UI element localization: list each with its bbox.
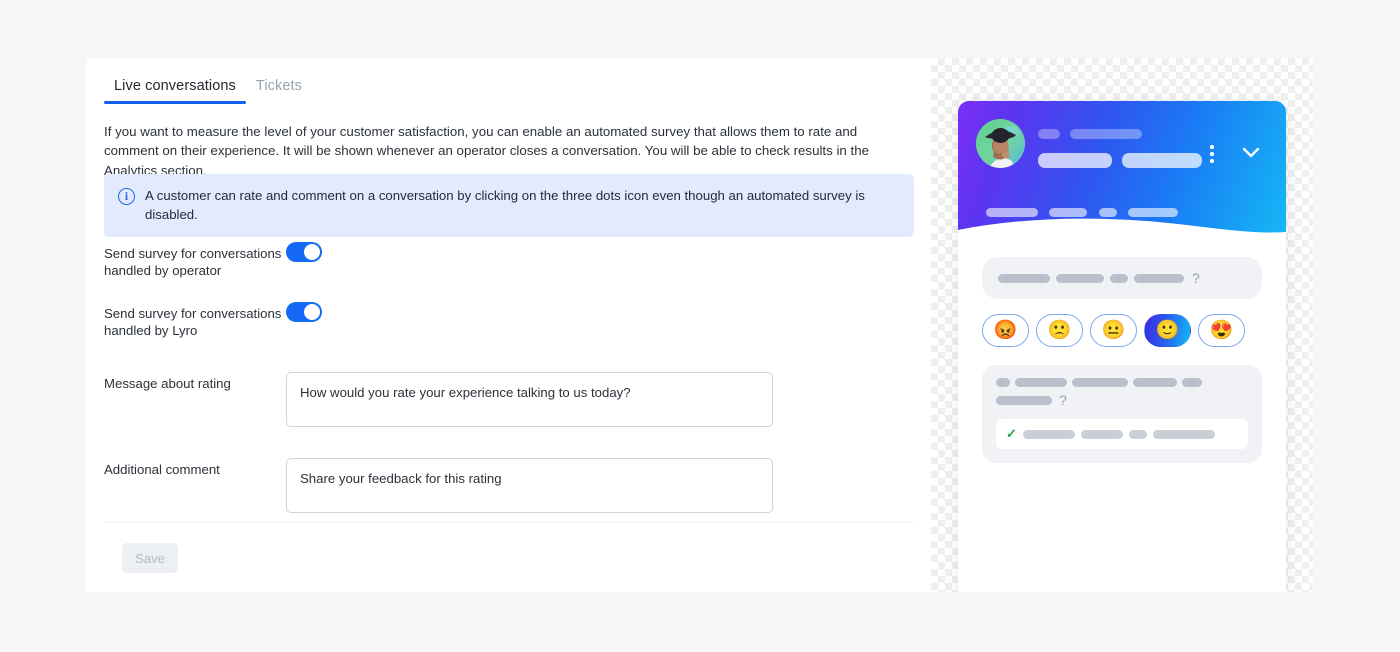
chat-widget-preview: ? 😡 🙁 😐 🙂 😍 ? ✓ [958,101,1286,592]
lyro-survey-toggle[interactable] [286,301,322,322]
placeholder-bar [1022,429,1075,439]
tab-live-conversations[interactable]: Live conversations [104,72,246,104]
emoji-slightly-smiling-face[interactable]: 🙂 [1144,314,1191,347]
placeholder-bar [1152,429,1215,439]
placeholder-bar [996,378,1010,387]
widget-header [958,101,1286,239]
placeholder-bar [1070,128,1143,139]
placeholder-bar [1038,128,1060,139]
header-placeholder-bars [1038,125,1208,170]
operator-survey-label: Send survey for conversations handled by… [104,246,282,279]
message-about-rating-label: Message about rating [104,375,231,391]
intro-description: If you want to measure the level of your… [104,124,869,178]
placeholder-bar [1038,153,1112,169]
form-divider [104,522,914,523]
toggle-knob [304,303,320,320]
operator-survey-toggle[interactable] [286,242,322,262]
toggle-knob [304,244,320,260]
agent-avatar [976,119,1025,168]
operator-survey-control [286,242,914,267]
placeholder-bar [1015,378,1067,387]
placeholder-bar [996,395,1052,405]
comment-input-field[interactable]: ✓ [996,419,1248,449]
placeholder-bar [1128,429,1147,439]
additional-comment-input[interactable] [286,457,773,513]
question-mark: ? [1059,392,1067,408]
emoji-angry-face[interactable]: 😡 [982,314,1029,347]
additional-comment-label: Additional comment [104,461,220,477]
page-root: Live conversations Tickets If you want t… [0,0,1400,652]
check-icon: ✓ [1006,426,1017,441]
info-circle-icon: i [118,188,135,205]
message-about-rating-input[interactable] [286,371,773,427]
save-button[interactable]: Save [122,543,178,573]
placeholder-bar [1133,378,1177,387]
row-operator-survey: Send survey for conversations handled by… [104,242,914,280]
placeholder-bar [998,273,1050,283]
tab-tickets[interactable]: Tickets [246,72,312,104]
emoji-slightly-frowning-face[interactable]: 🙁 [1036,314,1083,347]
tab-bar: Live conversations Tickets [104,72,312,104]
comment-placeholder-bars: ? [996,378,1248,408]
placeholder-bar [1072,378,1128,387]
settings-rows: Send survey for conversations handled by… [104,242,914,526]
row-lyro-survey: Send survey for conversations handled by… [104,301,914,340]
row-additional-comment: Additional comment [104,457,914,518]
widget-body: ? 😡 🙁 😐 🙂 😍 ? ✓ [958,237,1286,483]
widget-preview-panel: ? 😡 🙁 😐 🙂 😍 ? ✓ [931,58,1313,592]
emoji-neutral-face[interactable]: 😐 [1090,314,1137,347]
placeholder-bar [1122,153,1203,169]
settings-card: Live conversations Tickets If you want t… [86,58,932,592]
additional-comment-control [286,457,914,518]
placeholder-bar [1110,273,1128,283]
question-mark: ? [1192,270,1200,286]
header-bars-row-2 [1038,152,1208,170]
header-wave-divider [958,218,1286,239]
emoji-rating-row: 😡 🙁 😐 🙂 😍 [982,314,1262,347]
info-banner-text: A customer can rate and comment on a con… [145,188,865,222]
placeholder-bar [1056,273,1104,283]
chevron-down-icon[interactable] [1242,145,1260,158]
emoji-heart-eyes-face[interactable]: 😍 [1198,314,1245,347]
placeholder-bar [1080,429,1123,439]
three-dots-vertical-icon[interactable] [1210,145,1214,166]
rating-question-bubble: ? [982,257,1262,299]
header-bars-row-1 [1038,125,1208,143]
lyro-survey-label: Send survey for conversations handled by… [104,305,282,339]
info-banner: i A customer can rate and comment on a c… [104,174,914,238]
lyro-survey-control [286,301,914,327]
placeholder-bar [1134,273,1184,283]
row-message-about-rating: Message about rating [104,371,914,432]
placeholder-bar [1182,378,1202,387]
comment-question-bubble: ? ✓ [982,365,1262,463]
message-about-rating-control [286,371,914,432]
